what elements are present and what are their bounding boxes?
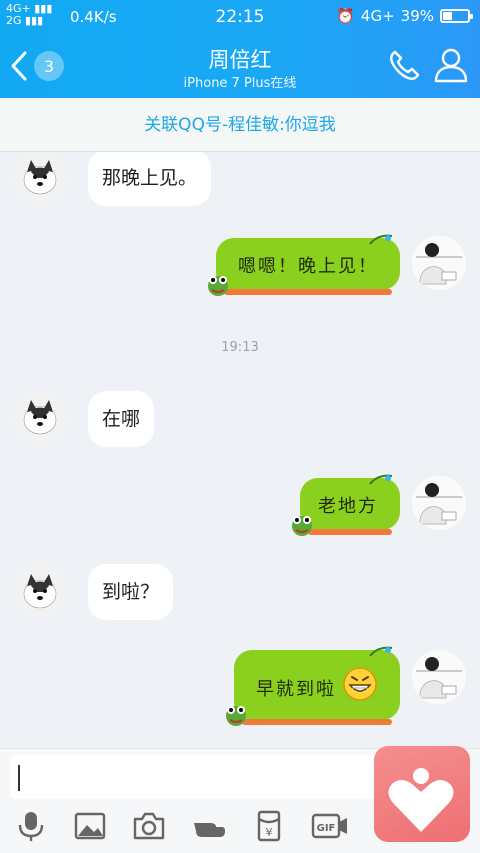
message-text: 早就到啦 bbox=[256, 679, 336, 700]
my-avatar[interactable] bbox=[412, 236, 466, 290]
battery-level bbox=[443, 12, 452, 20]
chat-header: 3 周倍红 iPhone 7 Plus在线 bbox=[0, 32, 480, 98]
poke-hand-icon[interactable] bbox=[192, 809, 226, 843]
gif-icon[interactable]: GIF bbox=[311, 809, 349, 843]
leaf-decoration-icon bbox=[369, 474, 393, 485]
image-icon[interactable] bbox=[73, 809, 107, 843]
grin-emoji-icon bbox=[343, 667, 377, 701]
camera-icon[interactable] bbox=[132, 809, 166, 843]
dog-avatar-image bbox=[13, 152, 67, 204]
message-timestamp: 19:13 bbox=[221, 340, 259, 355]
bubble-trim bbox=[308, 529, 392, 535]
heart-icon bbox=[388, 768, 454, 832]
frog-sticker-icon bbox=[292, 516, 312, 536]
contact-avatar[interactable] bbox=[13, 152, 67, 204]
status-bar: 4G+ ▮▮▮ 2G ▮▮▮ 0.4K/s 22:15 ⏰ 4G+ 39% bbox=[0, 0, 480, 32]
my-avatar[interactable] bbox=[412, 476, 466, 530]
phone-icon[interactable] bbox=[386, 48, 422, 84]
frog-sticker-icon bbox=[226, 706, 246, 726]
person-avatar-image bbox=[412, 476, 466, 530]
message-bubble-outgoing[interactable]: 早就到啦 bbox=[226, 646, 400, 726]
chat-area[interactable]: 那晚上见。 嗯嗯！晚上见！ 19:13 在哪 老地方 到啦？ 早就到啦 bbox=[0, 152, 480, 748]
message-text: 老地方 bbox=[318, 496, 378, 517]
message-text: 嗯嗯！晚上见！ bbox=[238, 256, 378, 277]
message-input[interactable] bbox=[10, 755, 380, 799]
dog-avatar-image bbox=[13, 564, 67, 618]
battery-percent: 39% bbox=[400, 7, 434, 25]
alarm-icon: ⏰ bbox=[336, 7, 355, 25]
message-bubble-incoming[interactable]: 在哪 bbox=[88, 391, 155, 447]
linked-account-banner[interactable]: 关联QQ号-程佳敏:你逗我 bbox=[0, 98, 480, 152]
contact-avatar[interactable] bbox=[13, 564, 67, 618]
text-caret bbox=[18, 765, 20, 791]
network-type-right: 4G+ bbox=[360, 7, 395, 25]
svg-text:GIF: GIF bbox=[317, 823, 336, 834]
floating-heart-app[interactable] bbox=[374, 746, 470, 842]
dog-avatar-image bbox=[13, 390, 67, 444]
leaf-decoration-icon bbox=[369, 234, 393, 245]
bubble-trim bbox=[242, 719, 392, 725]
message-bubble-outgoing[interactable]: 嗯嗯！晚上见！ bbox=[208, 234, 400, 296]
contact-avatar[interactable] bbox=[13, 390, 67, 444]
bubble-trim bbox=[224, 289, 392, 295]
person-avatar-image bbox=[412, 650, 466, 704]
message-bubble-incoming[interactable]: 到啦？ bbox=[88, 564, 174, 620]
message-bubble-incoming[interactable]: 那晚上见。 bbox=[88, 152, 212, 206]
profile-icon[interactable] bbox=[432, 46, 470, 84]
status-right: ⏰ 4G+ 39% bbox=[336, 7, 473, 25]
mic-icon[interactable] bbox=[14, 809, 48, 843]
my-avatar[interactable] bbox=[412, 650, 466, 704]
person-avatar-image bbox=[412, 236, 466, 290]
message-bubble-outgoing[interactable]: 老地方 bbox=[292, 474, 400, 536]
frog-sticker-icon bbox=[208, 276, 228, 296]
leaf-decoration-icon bbox=[369, 646, 393, 657]
svg-text:¥: ¥ bbox=[266, 826, 273, 839]
top-bar: 4G+ ▮▮▮ 2G ▮▮▮ 0.4K/s 22:15 ⏰ 4G+ 39% 3 … bbox=[0, 0, 480, 98]
red-packet-icon[interactable]: ¥ bbox=[252, 809, 286, 843]
battery-icon bbox=[440, 9, 473, 23]
